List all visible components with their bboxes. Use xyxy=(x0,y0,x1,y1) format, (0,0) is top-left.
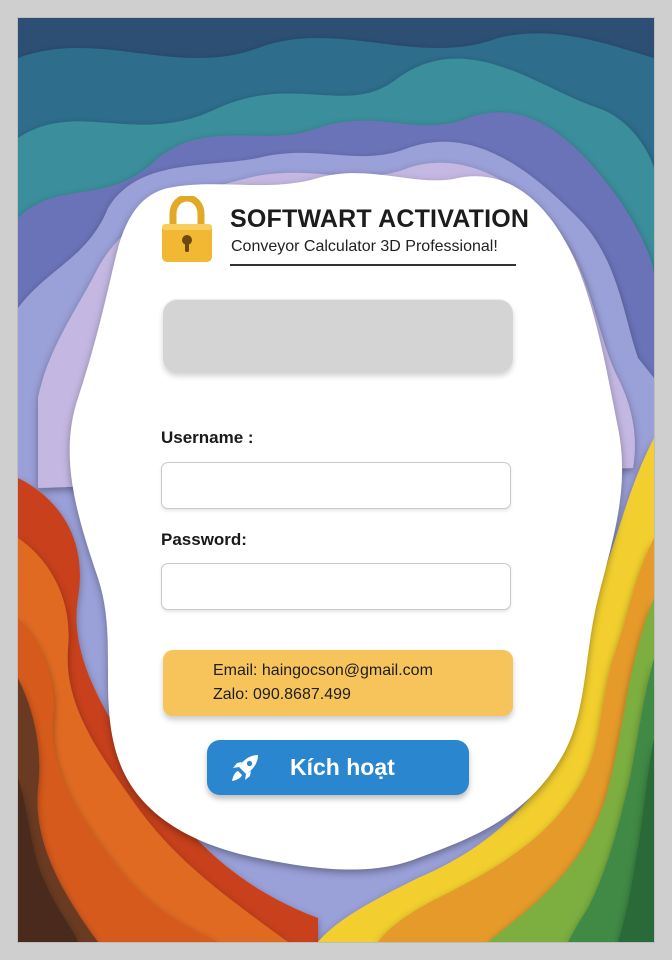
rocket-icon xyxy=(232,755,258,781)
password-input[interactable] xyxy=(161,563,511,610)
title-divider xyxy=(230,264,516,266)
password-label: Password: xyxy=(161,530,247,549)
username-label: Username : xyxy=(161,428,254,447)
product-subtitle: Conveyor Calculator 3D Professional! xyxy=(231,238,498,255)
lock-icon xyxy=(162,196,212,262)
activate-button[interactable]: Kích hoạt xyxy=(207,740,469,795)
activate-button-label: Kích hoạt xyxy=(290,754,395,780)
activation-form: SOFTWART ACTIVATION Conveyor Calculator … xyxy=(18,18,654,942)
machine-code-placeholder xyxy=(163,299,513,372)
username-input[interactable] xyxy=(161,462,511,509)
contact-zalo: Zalo: 090.8687.499 xyxy=(213,686,351,703)
activation-window: SOFTWART ACTIVATION Conveyor Calculator … xyxy=(18,18,654,942)
contact-email: Email: haingocson@gmail.com xyxy=(213,662,433,679)
page-title: SOFTWART ACTIVATION xyxy=(230,205,530,233)
contact-info-box: Email: haingocson@gmail.com Zalo: 090.86… xyxy=(163,650,513,716)
